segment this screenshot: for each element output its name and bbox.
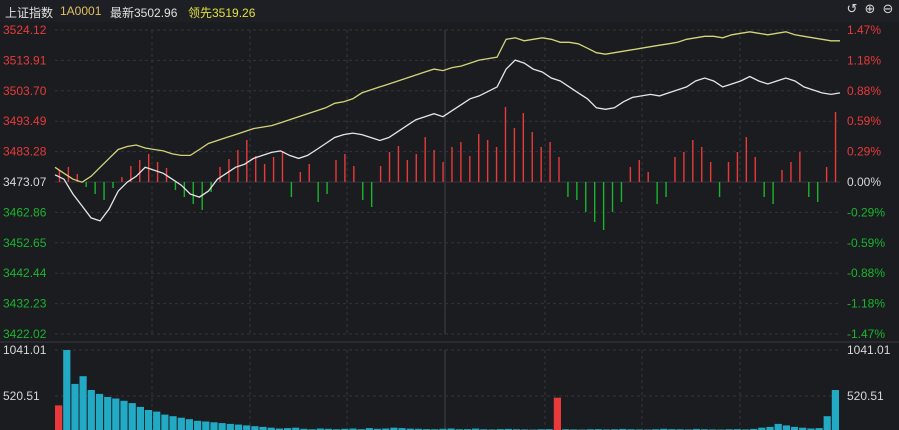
volume-bar xyxy=(136,406,144,430)
zoom-out-icon[interactable]: ⊖ xyxy=(881,2,895,16)
volume-bar xyxy=(87,390,95,430)
latest-line xyxy=(54,59,841,222)
volume-bar xyxy=(218,423,226,430)
y-tick-left: 3442.44 xyxy=(3,266,47,280)
y-tick-right: -1.18% xyxy=(847,297,885,311)
y-tick-left: 3503.70 xyxy=(3,84,47,98)
volume-bar xyxy=(251,426,259,430)
volume-bar xyxy=(234,424,243,430)
latest-value: 最新3502.96 xyxy=(110,6,178,20)
volume-tick-right: 520.51 xyxy=(847,389,884,403)
volume-bar xyxy=(553,397,561,430)
volume-tick-right: 1041.01 xyxy=(847,343,891,357)
volume-bar xyxy=(210,422,218,430)
volume-bar xyxy=(120,400,128,430)
volume-bar xyxy=(823,416,831,430)
volume-bar xyxy=(161,414,169,430)
volume-bar xyxy=(63,350,71,430)
volume-bar xyxy=(79,376,87,430)
volume-bar xyxy=(95,393,104,430)
y-tick-left: 3432.23 xyxy=(3,297,47,311)
volume-bar xyxy=(112,398,120,430)
index-code: 1A0001 xyxy=(60,4,102,18)
zoom-in-icon[interactable]: ⊕ xyxy=(863,2,877,16)
y-tick-left: 3513.91 xyxy=(3,53,47,67)
volume-bar xyxy=(169,416,177,430)
y-tick-left: 3524.12 xyxy=(3,23,47,37)
y-tick-right: 1.47% xyxy=(847,23,881,37)
y-tick-right: -0.88% xyxy=(847,266,885,280)
volume-bar xyxy=(128,403,136,430)
lead-value: 领先3519.26 xyxy=(188,6,256,20)
volume-bar xyxy=(153,411,161,430)
volume-bar xyxy=(104,397,112,430)
y-tick-right: 0.88% xyxy=(847,84,881,98)
y-tick-left: 3473.07 xyxy=(3,175,47,189)
lead-line xyxy=(54,31,840,183)
y-tick-left: 3422.02 xyxy=(3,327,47,341)
volume-bar xyxy=(226,423,234,430)
y-tick-left: 3452.65 xyxy=(3,236,47,250)
y-tick-right: -0.29% xyxy=(847,205,885,219)
volume-bar xyxy=(831,390,839,430)
chart-header: 上证指数 1A0001 最新3502.96 领先3519.26 ↺ ⊕ ⊖ xyxy=(0,0,899,22)
volume-bar xyxy=(144,410,153,430)
volume-bar xyxy=(243,425,251,430)
volume-bar xyxy=(185,419,193,430)
y-tick-left: 3493.49 xyxy=(3,114,47,128)
y-tick-right: 0.29% xyxy=(847,145,881,159)
volume-tick-left: 520.51 xyxy=(3,389,40,403)
volume-bar xyxy=(774,423,782,430)
y-tick-right: -0.59% xyxy=(847,236,885,250)
volume-bar xyxy=(71,383,79,430)
volume-bar xyxy=(55,405,63,430)
volume-bar xyxy=(177,417,185,430)
y-tick-left: 3483.28 xyxy=(3,145,47,159)
volume-bar xyxy=(782,425,790,430)
refresh-icon[interactable]: ↺ xyxy=(845,2,859,16)
volume-bar xyxy=(194,420,202,430)
index-name: 上证指数 xyxy=(5,6,54,20)
y-tick-right: 0.59% xyxy=(847,114,881,128)
intraday-chart: 3524.12 1.47% 3513.91 1.18% 3503.70 0.88% 3493… xyxy=(0,23,899,430)
y-tick-right: -1.47% xyxy=(847,327,885,341)
y-tick-left: 3462.86 xyxy=(3,205,47,219)
volume-bar xyxy=(202,421,210,430)
volume-tick-left: 1041.01 xyxy=(3,343,47,357)
y-tick-right: 1.18% xyxy=(847,53,881,67)
y-tick-right: 0.00% xyxy=(847,175,881,189)
